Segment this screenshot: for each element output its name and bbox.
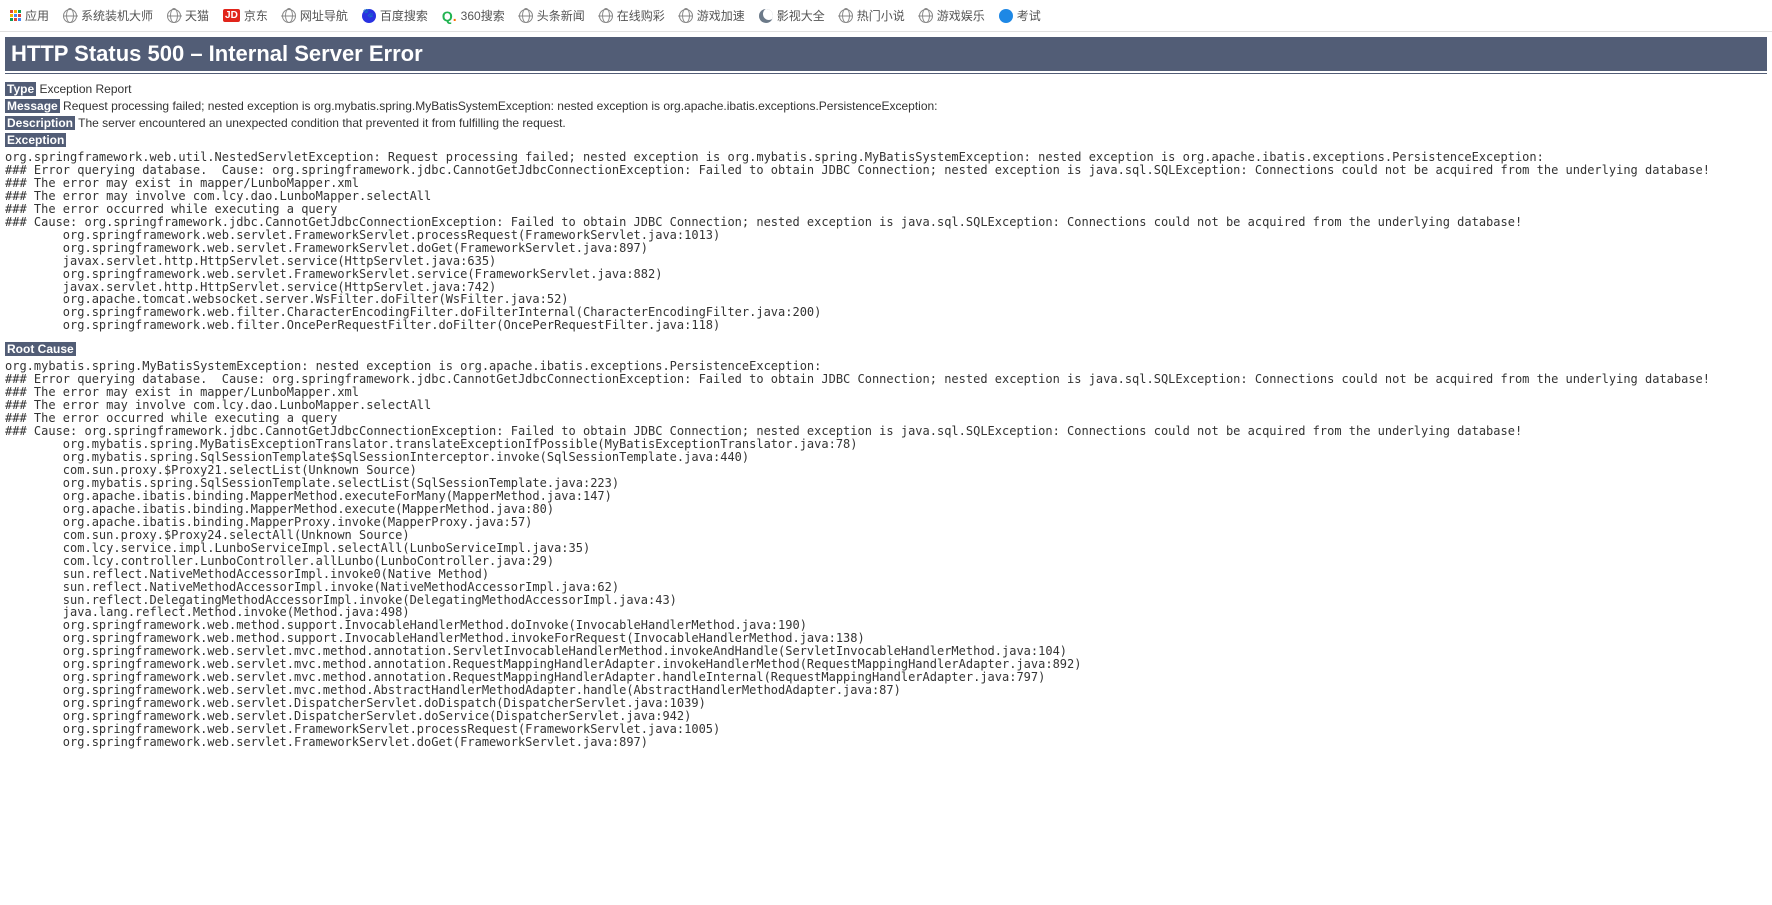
- error-page-body: HTTP Status 500 – Internal Server Error …: [0, 32, 1772, 764]
- bookmark-item[interactable]: 游戏加速: [679, 7, 745, 24]
- blue-circle-icon: [999, 9, 1013, 23]
- q360-icon: Q.: [442, 8, 457, 24]
- jd-icon: JD: [223, 9, 240, 22]
- bookmark-item[interactable]: 网址导航: [282, 7, 348, 24]
- description-line: Description The server encountered an un…: [5, 116, 1767, 130]
- page-title: HTTP Status 500 – Internal Server Error: [5, 37, 1767, 71]
- baidu-paw-icon: [362, 9, 376, 23]
- crescent-icon: [759, 9, 773, 23]
- description-value: The server encountered an unexpected con…: [78, 116, 566, 130]
- bookmark-item[interactable]: 天猫: [167, 7, 209, 24]
- bookmark-label: 系统装机大师: [81, 7, 153, 24]
- bookmark-label: 百度搜索: [380, 7, 428, 24]
- bookmark-label: 游戏加速: [697, 7, 745, 24]
- rootcause-label: Root Cause: [5, 342, 76, 356]
- bookmark-toolbar: 应用 系统装机大师 天猫 JD 京东 网址导航 百度搜索 Q.360搜索 头条新闻 在线购彩 游戏加…: [0, 0, 1772, 32]
- globe-icon: [167, 9, 181, 23]
- message-label: Message: [5, 99, 60, 113]
- bookmark-item[interactable]: 应用: [10, 7, 49, 24]
- message-line: Message Request processing failed; neste…: [5, 99, 1767, 113]
- bookmark-label: 热门小说: [857, 7, 905, 24]
- bookmark-label: 头条新闻: [537, 7, 585, 24]
- message-value: Request processing failed; nested except…: [63, 99, 937, 113]
- rootcause-heading: Root Cause: [5, 342, 1767, 356]
- bookmark-item[interactable]: 在线购彩: [599, 7, 665, 24]
- bookmark-item[interactable]: 头条新闻: [519, 7, 585, 24]
- bookmark-item[interactable]: JD 京东: [223, 7, 268, 24]
- globe-icon: [839, 9, 853, 23]
- globe-icon: [679, 9, 693, 23]
- globe-icon: [63, 9, 77, 23]
- type-value: Exception Report: [39, 82, 131, 96]
- bookmark-item[interactable]: Q.360搜索: [442, 7, 505, 24]
- divider: [5, 73, 1767, 74]
- bookmark-item[interactable]: 影视大全: [759, 7, 825, 24]
- bookmark-item[interactable]: 考试: [999, 7, 1041, 24]
- apps-icon: [10, 10, 21, 21]
- exception-stacktrace: org.springframework.web.util.NestedServl…: [5, 151, 1767, 332]
- exception-heading: Exception: [5, 133, 1767, 147]
- bookmark-label: 影视大全: [777, 7, 825, 24]
- bookmark-label: 游戏娱乐: [937, 7, 985, 24]
- bookmark-item[interactable]: 系统装机大师: [63, 7, 153, 24]
- bookmark-label: 在线购彩: [617, 7, 665, 24]
- exception-label: Exception: [5, 133, 66, 147]
- bookmark-label: 考试: [1017, 7, 1041, 24]
- type-line: Type Exception Report: [5, 82, 1767, 96]
- bookmark-item[interactable]: 百度搜索: [362, 7, 428, 24]
- description-label: Description: [5, 116, 75, 130]
- bookmark-label: 网址导航: [300, 7, 348, 24]
- bookmark-label: 应用: [25, 7, 49, 24]
- bookmark-item[interactable]: 游戏娱乐: [919, 7, 985, 24]
- rootcause-stacktrace: org.mybatis.spring.MyBatisSystemExceptio…: [5, 360, 1767, 749]
- globe-icon: [919, 9, 933, 23]
- bookmark-label: 京东: [244, 7, 268, 24]
- bookmark-item[interactable]: 热门小说: [839, 7, 905, 24]
- globe-icon: [599, 9, 613, 23]
- globe-icon: [519, 9, 533, 23]
- globe-icon: [282, 9, 296, 23]
- bookmark-label: 360搜索: [461, 7, 505, 24]
- type-label: Type: [5, 82, 36, 96]
- bookmark-label: 天猫: [185, 7, 209, 24]
